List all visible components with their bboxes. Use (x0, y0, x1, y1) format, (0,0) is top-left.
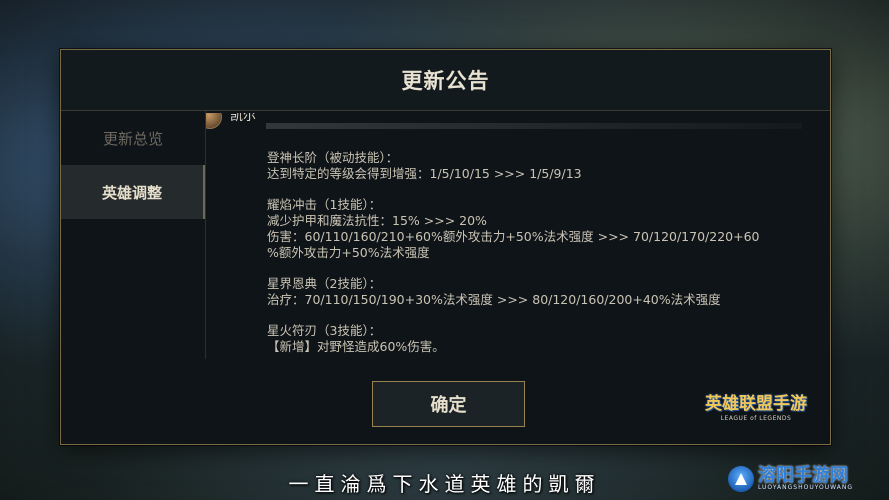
confirm-button[interactable]: 确定 (372, 381, 525, 427)
site-watermark-text: 溶阳手游网 LUOYANGSHOUYOUWANG (758, 467, 853, 491)
skill-line: 伤害：60/110/160/210+60%额外攻击力+50%法术强度 >>> 7… (267, 229, 760, 244)
skill-title: 星界恩典（2技能）： (267, 276, 382, 291)
skill-q: 耀焰冲击（1技能）： 减少护甲和魔法抗性：15% >>> 20% 伤害：60/1… (267, 197, 760, 261)
skill-line: 治疗：70/110/150/190+30%法术强度 >>> 80/120/160… (267, 292, 721, 307)
dialog-header: 更新公告 (61, 50, 830, 111)
hero-name: 凯尔 (230, 113, 257, 124)
skill-w: 星界恩典（2技能）： 治疗：70/110/150/190+30%法术强度 >>>… (267, 276, 721, 308)
skill-passive: 登神长阶（被动技能）： 达到特定的等级会得到增强：1/5/10/15 >>> 1… (267, 150, 582, 182)
site-logo-icon (728, 466, 754, 492)
skill-line: 减少护甲和魔法抗性：15% >>> 20% (267, 213, 487, 228)
site-name: 溶阳手游网 (758, 465, 848, 486)
skill-line: %额外攻击力+50%法术强度 (267, 245, 430, 260)
skill-title: 星火符刃（3技能）： (267, 323, 382, 338)
hero-header: 凯尔 (206, 113, 256, 129)
site-name-en: LUOYANGSHOUYOUWANG (758, 484, 854, 491)
site-watermark: 溶阳手游网 LUOYANGSHOUYOUWANG (728, 462, 853, 496)
hero-header-bar (266, 123, 802, 129)
hero-avatar (206, 113, 222, 129)
sidebar-item-overview[interactable]: 更新总览 (61, 111, 205, 165)
sidebar-item-label: 更新总览 (102, 129, 163, 148)
sidebar-item-label: 英雄调整 (101, 183, 162, 202)
sidebar: 更新总览 英雄调整 (61, 111, 205, 411)
patch-notes-content[interactable]: 凯尔 登神长阶（被动技能）： 达到特定的等级会得到增强：1/5/10/15 >>… (206, 113, 802, 363)
game-logo: 英雄联盟手游 LEAGUE of LEGENDS (701, 389, 811, 429)
skill-title: 登神长阶（被动技能）： (267, 150, 399, 165)
skill-title: 耀焰冲击（1技能）： (267, 197, 382, 212)
game-logo-sub: LEAGUE of LEGENDS (720, 415, 792, 422)
skill-line: 达到特定的等级会得到增强：1/5/10/15 >>> 1/5/9/13 (267, 166, 582, 181)
skill-e: 星火符刃（3技能）： 【新增】对野怪造成60%伤害。 (267, 323, 445, 355)
skill-line: 【新增】对野怪造成60%伤害。 (267, 339, 445, 354)
dialog-title: 更新公告 (401, 69, 490, 93)
sidebar-item-hero-adjust[interactable]: 英雄调整 (61, 165, 205, 219)
game-logo-name: 英雄联盟手游 (705, 394, 807, 414)
